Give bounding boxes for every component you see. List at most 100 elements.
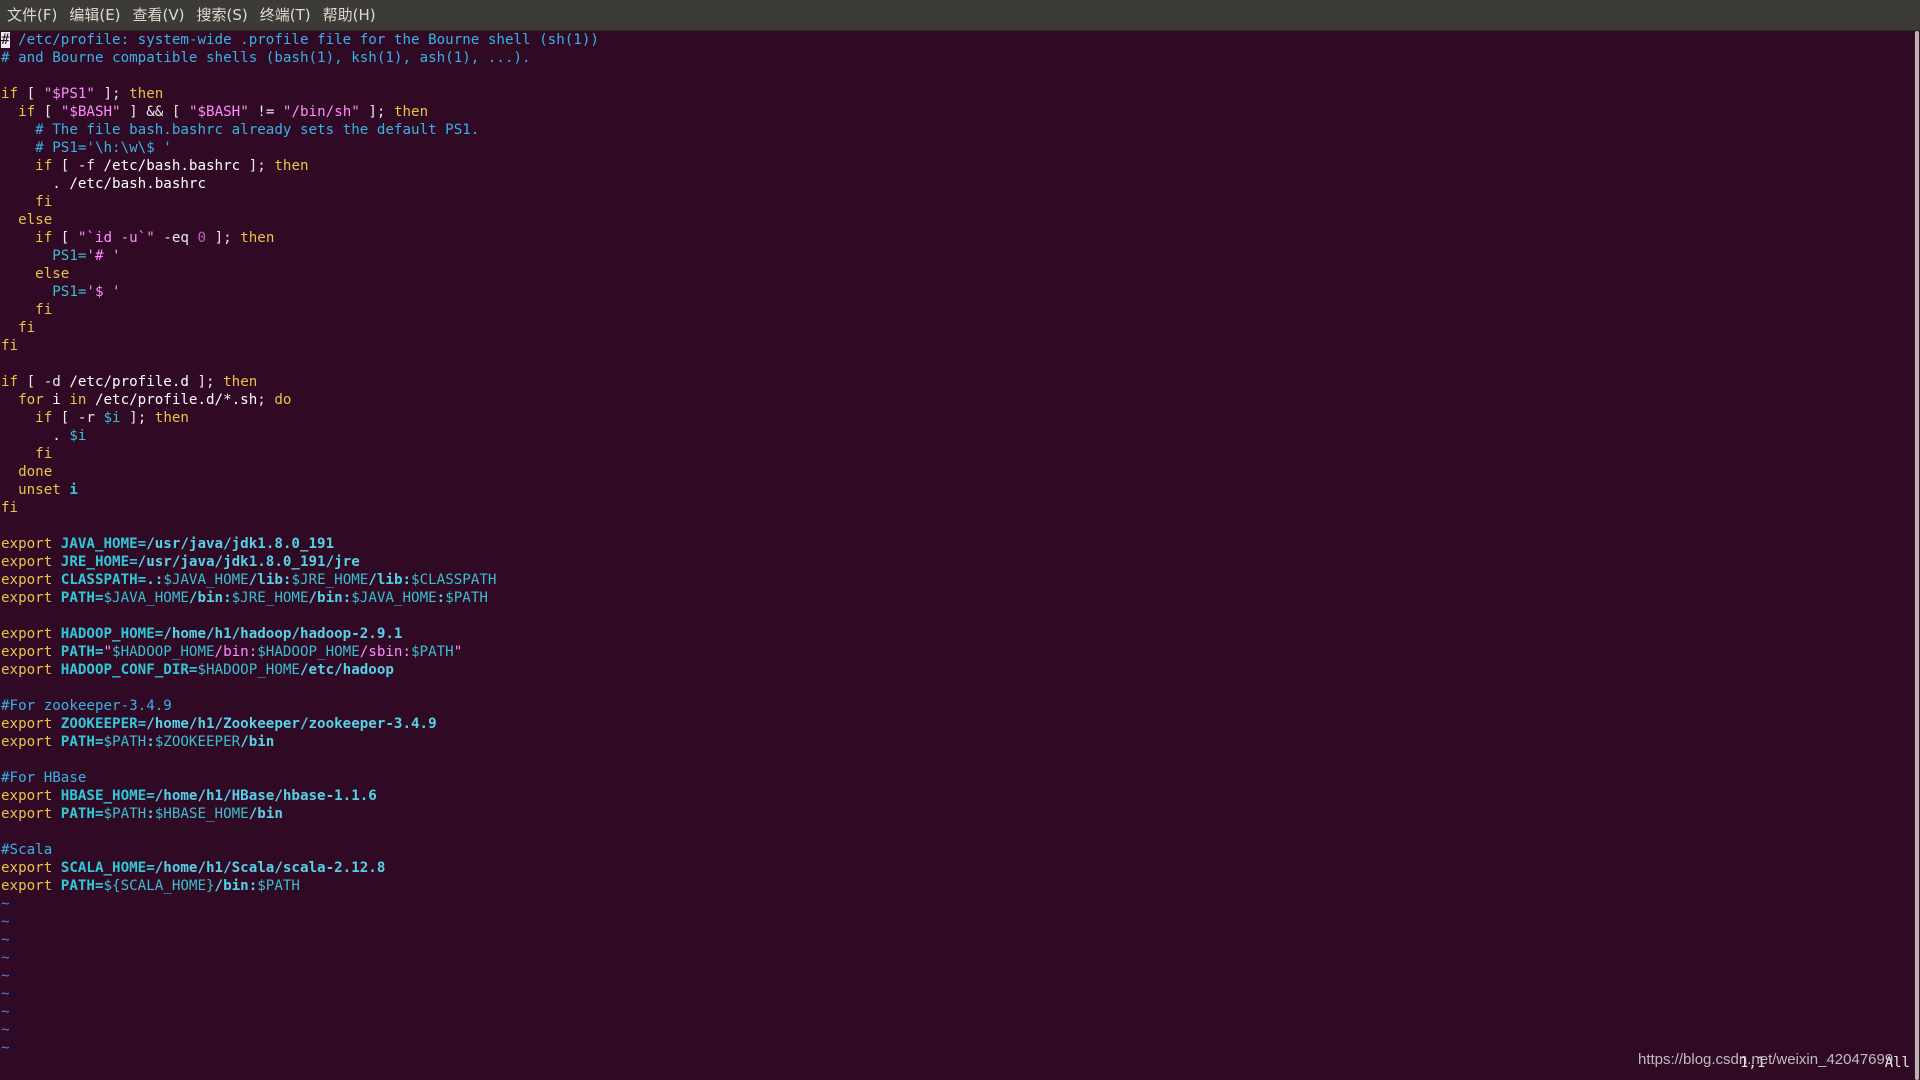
code-line[interactable] — [0, 823, 1912, 841]
code-token: export — [1, 878, 53, 894]
code-line[interactable]: if [ -d /etc/profile.d ]; then — [0, 373, 1912, 391]
code-line[interactable]: . /etc/bash.bashrc — [0, 175, 1912, 193]
scrollbar-thumb[interactable] — [1915, 31, 1919, 1080]
code-token: else — [35, 266, 70, 282]
code-line[interactable]: ~ — [0, 1039, 1912, 1057]
code-line[interactable]: export PATH=$PATH:$ZOOKEEPER/bin — [0, 733, 1912, 751]
code-line[interactable]: export CLASSPATH=.:$JAVA_HOME/lib:$JRE_H… — [0, 571, 1912, 589]
code-line[interactable] — [0, 607, 1912, 625]
code-token: $HADOOP_HOME — [257, 644, 360, 660]
code-token: /usr/java/jdk1.8.0_191/jre — [137, 554, 360, 570]
code-line[interactable]: . $i — [0, 427, 1912, 445]
code-token: /bin: — [308, 590, 352, 606]
code-line[interactable]: export ZOOKEEPER=/home/h1/Zookeeper/zook… — [0, 715, 1912, 733]
code-line[interactable]: ~ — [0, 1021, 1912, 1039]
code-line[interactable]: export HADOOP_CONF_DIR=$HADOOP_HOME/etc/… — [0, 661, 1912, 679]
code-line[interactable]: export JRE_HOME=/usr/java/jdk1.8.0_191/j… — [0, 553, 1912, 571]
code-line[interactable]: export PATH=$JAVA_HOME/bin:$JRE_HOME/bin… — [0, 589, 1912, 607]
code-token: [ — [35, 104, 61, 120]
code-line[interactable]: export PATH=${SCALA_HOME}/bin:$PATH — [0, 877, 1912, 895]
code-line[interactable] — [0, 679, 1912, 697]
menu-terminal[interactable]: 终端(T) — [254, 0, 317, 30]
code-token: then — [129, 86, 164, 102]
code-token: /lib: — [368, 572, 412, 588]
code-line[interactable]: for i in /etc/profile.d/*.sh; do — [0, 391, 1912, 409]
menu-search[interactable]: 搜索(S) — [191, 0, 254, 30]
code-line[interactable]: # /etc/profile: system-wide .profile fil… — [0, 31, 1912, 49]
code-line[interactable]: export HBASE_HOME=/home/h1/HBase/hbase-1… — [0, 787, 1912, 805]
menu-file[interactable]: 文件(F) — [0, 0, 63, 30]
code-token: PS1= — [52, 248, 87, 264]
vim-editor-buffer[interactable]: # /etc/profile: system-wide .profile fil… — [0, 31, 1912, 1080]
code-token: $PATH — [103, 806, 147, 822]
menu-help[interactable]: 帮助(H) — [317, 0, 382, 30]
code-token: "$PS1" — [43, 86, 95, 102]
code-line[interactable]: fi — [0, 337, 1912, 355]
code-line[interactable]: export SCALA_HOME=/home/h1/Scala/scala-2… — [0, 859, 1912, 877]
code-line[interactable]: unset i — [0, 481, 1912, 499]
code-token: ]; — [94, 86, 130, 102]
code-line[interactable] — [0, 517, 1912, 535]
code-line[interactable]: if [ -r $i ]; then — [0, 409, 1912, 427]
code-token: fi — [35, 446, 53, 462]
code-line[interactable]: PS1='# ' — [0, 247, 1912, 265]
code-line[interactable]: fi — [0, 445, 1912, 463]
code-token: HADOOP_CONF_DIR= — [52, 662, 198, 678]
code-line[interactable]: if [ "$BASH" ] && [ "$BASH" != "/bin/sh"… — [0, 103, 1912, 121]
code-token: i — [60, 482, 78, 498]
code-token: $PATH — [103, 734, 147, 750]
code-token: " — [453, 644, 463, 660]
empty-line-marker: ~ — [1, 950, 10, 966]
code-line[interactable]: ~ — [0, 1003, 1912, 1021]
code-line[interactable]: ~ — [0, 931, 1912, 949]
code-line[interactable]: if [ "`id -u`" -eq 0 ]; then — [0, 229, 1912, 247]
code-line[interactable]: PS1='$ ' — [0, 283, 1912, 301]
code-line[interactable]: fi — [0, 319, 1912, 337]
menu-view[interactable]: 查看(V) — [127, 0, 191, 30]
code-line[interactable]: if [ "$PS1" ]; then — [0, 85, 1912, 103]
scrollbar[interactable] — [1914, 31, 1920, 1080]
code-token: : — [146, 806, 155, 822]
code-line[interactable]: export PATH=$PATH:$HBASE_HOME/bin — [0, 805, 1912, 823]
code-token: done — [18, 464, 53, 480]
code-line[interactable]: ~ — [0, 967, 1912, 985]
code-line[interactable]: # PS1='\h:\w\$ ' — [0, 139, 1912, 157]
code-token: PATH= — [52, 878, 104, 894]
code-line[interactable]: fi — [0, 499, 1912, 517]
code-token: fi — [35, 302, 53, 318]
code-token: /bin: — [214, 644, 258, 660]
text-cursor: # — [1, 32, 10, 48]
code-line[interactable]: else — [0, 211, 1912, 229]
code-line[interactable] — [0, 751, 1912, 769]
code-line[interactable]: #For zookeeper-3.4.9 — [0, 697, 1912, 715]
code-line[interactable]: if [ -f /etc/bash.bashrc ]; then — [0, 157, 1912, 175]
code-line[interactable]: export HADOOP_HOME=/home/h1/hadoop/hadoo… — [0, 625, 1912, 643]
code-line[interactable]: else — [0, 265, 1912, 283]
code-line[interactable]: export JAVA_HOME=/usr/java/jdk1.8.0_191 — [0, 535, 1912, 553]
watermark-url: https://blog.csdn.net/weixin_42047699 — [1638, 1051, 1894, 1068]
code-line[interactable]: fi — [0, 193, 1912, 211]
code-line[interactable]: ~ — [0, 985, 1912, 1003]
code-line[interactable]: ~ — [0, 913, 1912, 931]
code-line[interactable]: #For HBase — [0, 769, 1912, 787]
code-line[interactable]: done — [0, 463, 1912, 481]
code-token: ]; — [240, 158, 275, 174]
code-token: != — [248, 104, 283, 120]
code-line[interactable] — [0, 355, 1912, 373]
code-token: ] && [ — [120, 104, 189, 120]
code-line[interactable]: ~ — [0, 895, 1912, 913]
code-token: $i — [69, 428, 87, 444]
code-line[interactable]: # The file bash.bashrc already sets the … — [0, 121, 1912, 139]
code-token: for — [18, 392, 44, 408]
code-line[interactable] — [0, 67, 1912, 85]
code-line[interactable]: fi — [0, 301, 1912, 319]
code-token: then — [240, 230, 275, 246]
menu-edit[interactable]: 编辑(E) — [63, 0, 126, 30]
code-line[interactable]: # and Bourne compatible shells (bash(1),… — [0, 49, 1912, 67]
code-line[interactable]: export PATH="$HADOOP_HOME/bin:$HADOOP_HO… — [0, 643, 1912, 661]
code-line[interactable]: #Scala — [0, 841, 1912, 859]
code-line[interactable]: ~ — [0, 949, 1912, 967]
